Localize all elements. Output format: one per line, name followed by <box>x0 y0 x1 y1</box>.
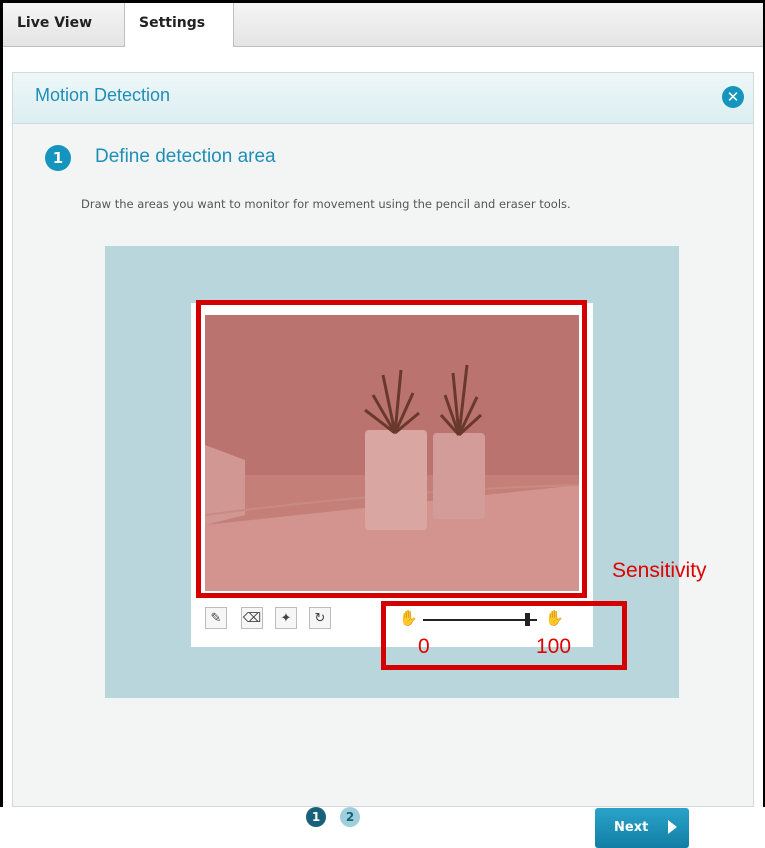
play-arrow-icon <box>668 820 677 834</box>
eraser-icon[interactable]: ⌫ <box>241 607 263 629</box>
sensitivity-label: Sensitivity <box>612 559 707 582</box>
step-number-badge: 1 <box>45 145 71 171</box>
pencil-icon[interactable]: ✎ <box>205 607 227 629</box>
page-1-dot[interactable]: 1 <box>306 807 326 827</box>
panel-header: Motion Detection ✕ <box>13 73 753 124</box>
page-2-dot[interactable]: 2 <box>340 807 360 827</box>
step-title: Define detection area <box>95 146 276 167</box>
close-icon[interactable]: ✕ <box>722 86 744 108</box>
slider-track[interactable] <box>423 619 537 621</box>
refresh-icon[interactable]: ↻ <box>309 607 331 629</box>
tab-bar: Live View Settings <box>3 3 763 47</box>
high-sensitivity-hand-icon: ✋ <box>545 609 564 627</box>
camera-preview-card: ✎ ⌫ ✦ ↻ ✋ ✋ <box>191 303 593 647</box>
step-description: Draw the areas you want to monitor for m… <box>81 197 571 211</box>
sensitivity-slider[interactable]: ✋ ✋ <box>399 609 579 629</box>
detection-area-editor: ✎ ⌫ ✦ ↻ ✋ ✋ <box>105 246 679 698</box>
camera-snapshot[interactable] <box>205 315 579 591</box>
camera-scene-image <box>205 315 579 591</box>
sensitivity-max-label: 100 <box>536 635 572 658</box>
sensitivity-min-label: 0 <box>418 635 430 658</box>
low-sensitivity-hand-icon: ✋ <box>399 609 418 627</box>
next-button-label: Next <box>614 820 649 835</box>
tab-live-view[interactable]: Live View <box>3 3 113 46</box>
tab-settings[interactable]: Settings <box>124 3 234 47</box>
next-button[interactable]: Next <box>595 808 689 848</box>
slider-knob[interactable] <box>525 613 530 626</box>
brush-clear-icon[interactable]: ✦ <box>275 607 297 629</box>
motion-detection-panel: Motion Detection ✕ 1 Define detection ar… <box>12 72 754 848</box>
panel-title: Motion Detection <box>35 85 171 105</box>
